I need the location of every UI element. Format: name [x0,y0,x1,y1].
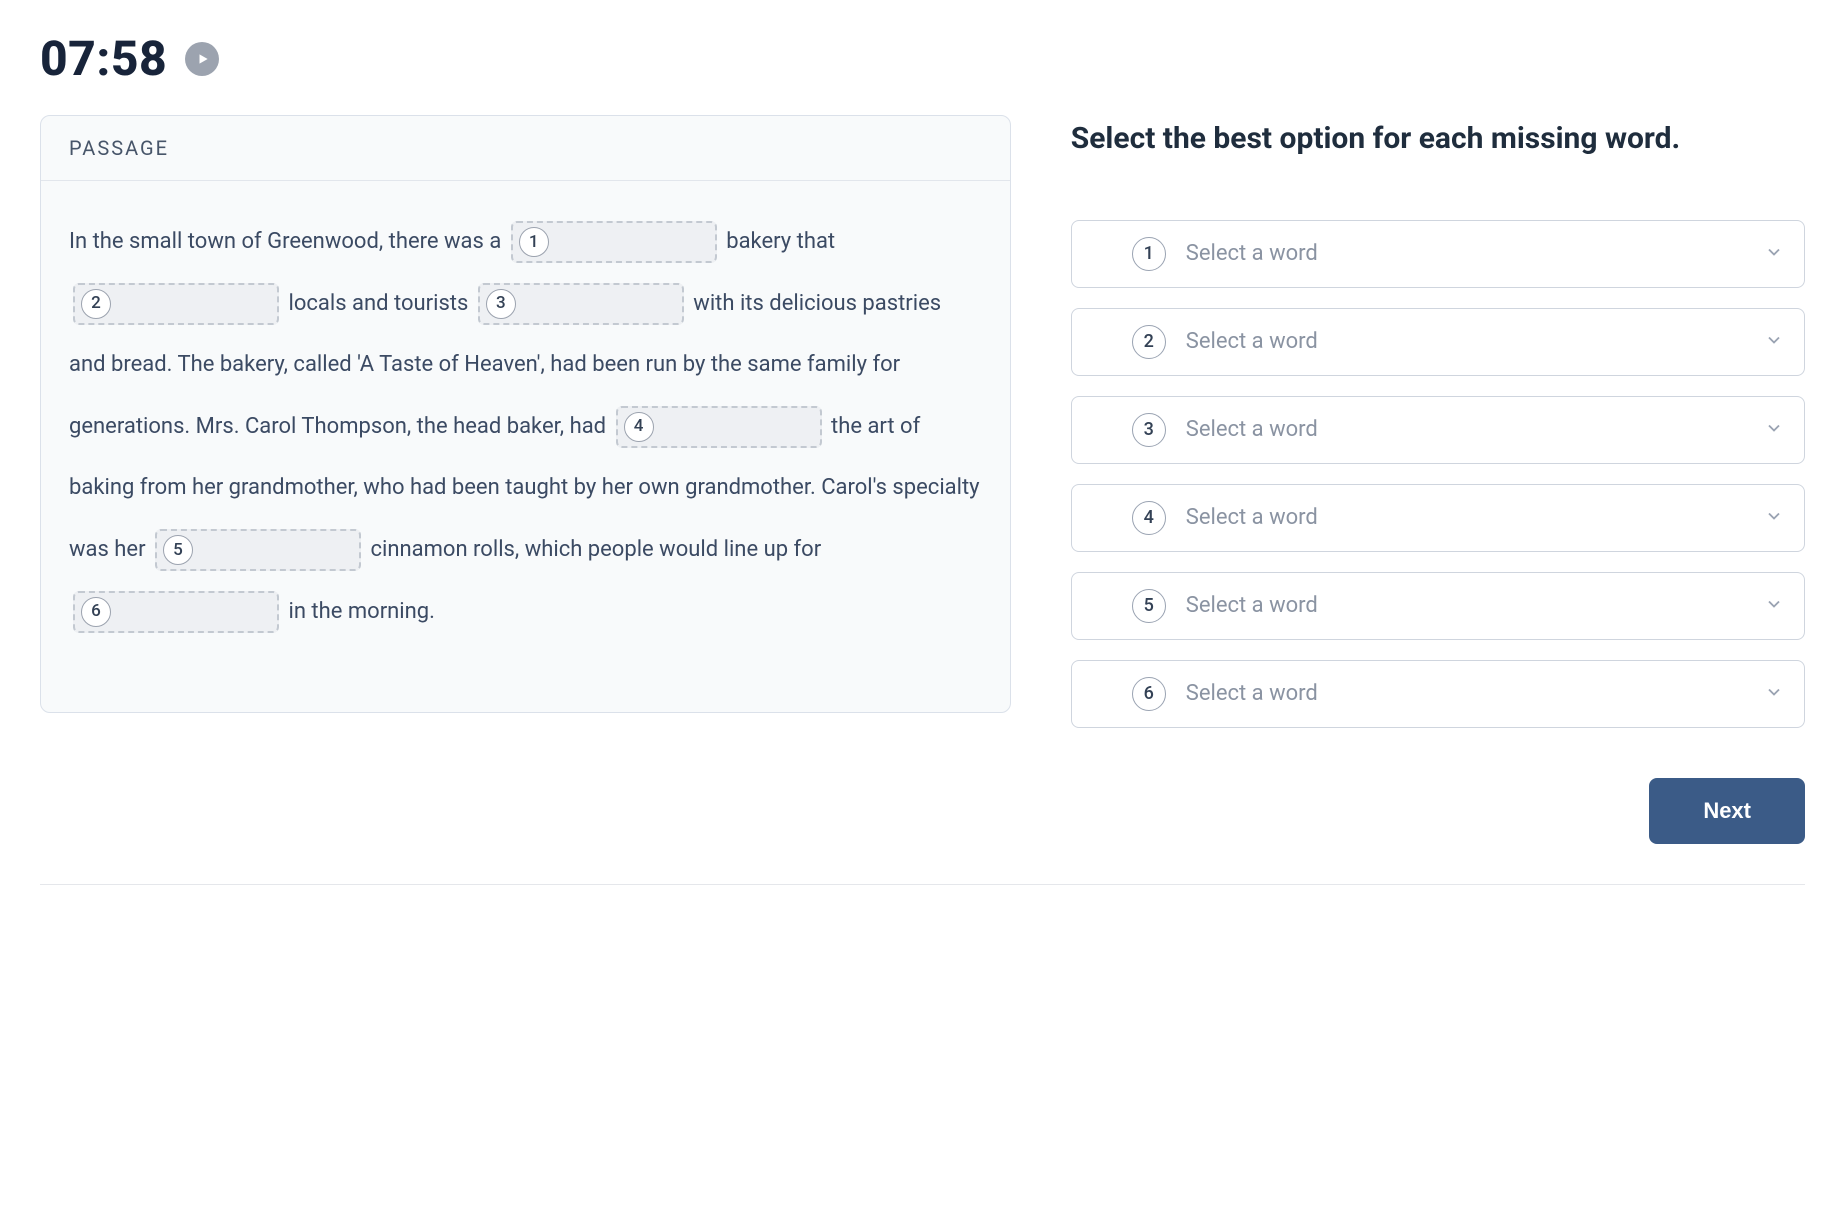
passage-text: bakery that [726,229,835,254]
select-number: 5 [1132,589,1166,623]
select-number: 3 [1132,413,1166,447]
blank-number: 4 [624,412,654,442]
play-icon [196,52,210,66]
chevron-down-icon [1764,682,1784,706]
select-word-6[interactable]: 6 Select a word [1071,660,1805,728]
blank-1[interactable]: 1 [511,221,717,263]
passage-panel: PASSAGE In the small town of Greenwood, … [40,115,1011,713]
timer: 07:58 [40,30,167,87]
blank-number: 6 [81,597,111,627]
passage-header: PASSAGE [41,116,1010,181]
select-number: 6 [1132,677,1166,711]
chevron-down-icon [1764,330,1784,354]
blank-number: 2 [81,289,111,319]
chevron-down-icon [1764,506,1784,530]
blank-2[interactable]: 2 [73,283,279,325]
passage-text: locals and tourists [288,291,473,316]
blank-6[interactable]: 6 [73,591,279,633]
instruction-text: Select the best option for each missing … [1071,119,1805,160]
select-word-5[interactable]: 5 Select a word [1071,572,1805,640]
select-number: 4 [1132,501,1166,535]
select-placeholder: Select a word [1186,593,1744,618]
passage-body: In the small town of Greenwood, there wa… [41,181,1010,712]
select-placeholder: Select a word [1186,681,1744,706]
blank-3[interactable]: 3 [478,283,684,325]
select-word-1[interactable]: 1 Select a word [1071,220,1805,288]
passage-text: in the morning. [288,599,435,624]
blank-number: 3 [486,289,516,319]
select-word-4[interactable]: 4 Select a word [1071,484,1805,552]
chevron-down-icon [1764,418,1784,442]
blank-5[interactable]: 5 [155,529,361,571]
blank-4[interactable]: 4 [616,406,822,448]
select-word-2[interactable]: 2 Select a word [1071,308,1805,376]
select-number: 1 [1132,237,1166,271]
select-word-3[interactable]: 3 Select a word [1071,396,1805,464]
passage-text: In the small town of Greenwood, there wa… [69,229,507,254]
next-button[interactable]: Next [1649,778,1805,844]
select-placeholder: Select a word [1186,241,1744,266]
select-placeholder: Select a word [1186,329,1744,354]
passage-text: cinnamon rolls, which people would line … [370,537,821,562]
select-list: 1 Select a word 2 Select a word 3 Select… [1071,220,1805,728]
play-button[interactable] [185,42,219,76]
select-number: 2 [1132,325,1166,359]
blank-number: 5 [163,535,193,565]
chevron-down-icon [1764,594,1784,618]
chevron-down-icon [1764,242,1784,266]
select-placeholder: Select a word [1186,505,1744,530]
divider [40,884,1805,885]
blank-number: 1 [519,227,549,257]
select-placeholder: Select a word [1186,417,1744,442]
